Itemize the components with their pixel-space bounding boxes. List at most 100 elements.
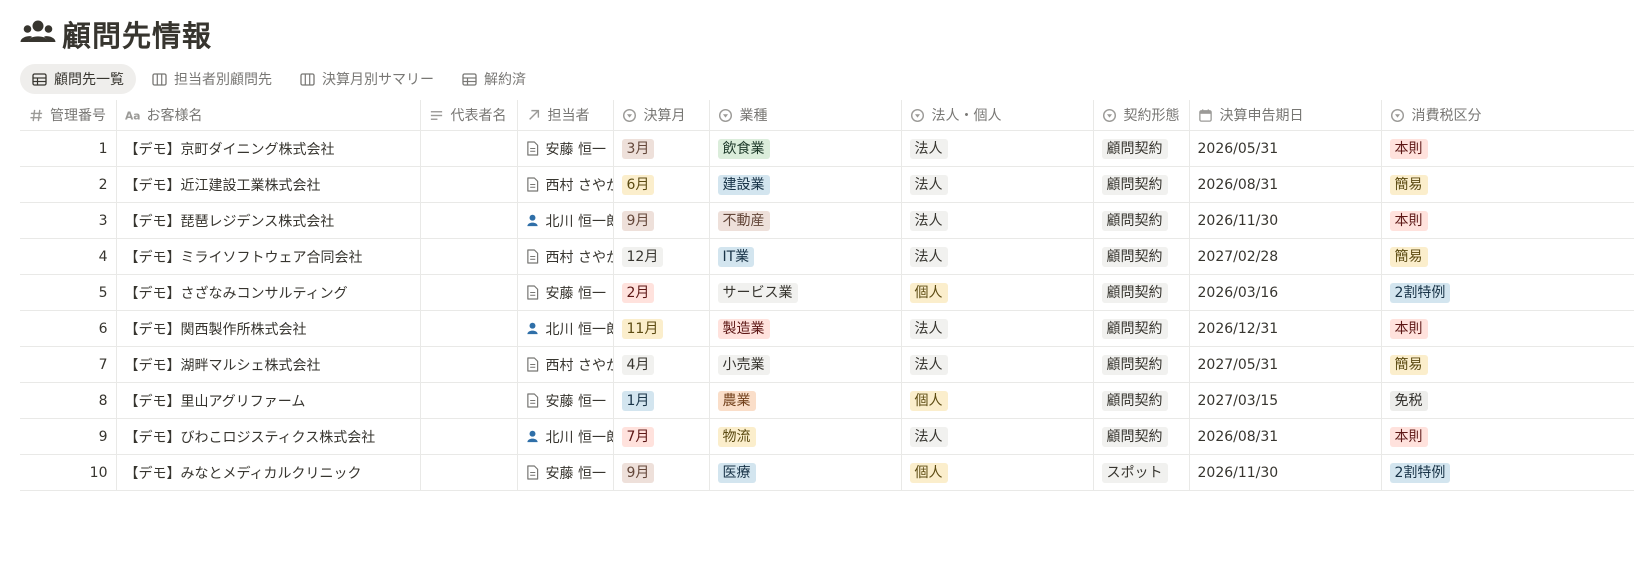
industry-cell[interactable]: サービス業 [709, 274, 902, 311]
tab-3[interactable]: 決算月別サマリー [288, 64, 446, 94]
staff-cell[interactable]: 北川 恒一郎 [517, 202, 614, 239]
staff-cell[interactable]: 北川 恒一郎 [517, 418, 614, 455]
consumption-tax-cell[interactable]: 2割特例 [1381, 274, 1634, 311]
industry-cell[interactable]: 建設業 [709, 166, 902, 203]
representative-cell[interactable] [420, 274, 518, 311]
fiscal-month-cell[interactable]: 11月 [613, 310, 710, 347]
representative-cell[interactable] [420, 130, 518, 167]
consumption-tax-cell[interactable]: 本則 [1381, 310, 1634, 347]
column-header-7[interactable]: 法人・個人 [901, 100, 1094, 131]
column-header-10[interactable]: 消費税区分 [1381, 100, 1634, 131]
column-header-4[interactable]: 担当者 [517, 100, 614, 131]
representative-cell[interactable] [420, 382, 518, 419]
industry-cell[interactable]: 製造業 [709, 310, 902, 347]
column-header-1[interactable]: 管理番号 [20, 100, 117, 131]
filing-due-date-cell[interactable]: 2026/12/31 [1189, 310, 1382, 347]
column-header-9[interactable]: 決算申告期日 [1189, 100, 1382, 131]
fiscal-month-cell[interactable]: 12月 [613, 238, 710, 275]
column-header-8[interactable]: 契約形態 [1093, 100, 1190, 131]
table-row[interactable]: 4 【デモ】ミライソフトウェア合同会社 西村 さやか 12月 IT業 法人 顧問契約 2027… [20, 238, 1634, 275]
table-row[interactable]: 10 【デモ】みなとメディカルクリニック 安藤 恒一 9月 医療 個人 スポット 2026/1… [20, 454, 1634, 491]
entity-type-cell[interactable]: 個人 [901, 274, 1094, 311]
table-row[interactable]: 2 【デモ】近江建設工業株式会社 西村 さやか 6月 建設業 法人 顧問契約 2026/08/… [20, 166, 1634, 203]
fiscal-month-cell[interactable]: 3月 [613, 130, 710, 167]
column-header-5[interactable]: 決算月 [613, 100, 710, 131]
fiscal-month-cell[interactable]: 1月 [613, 382, 710, 419]
industry-cell[interactable]: 飲食業 [709, 130, 902, 167]
staff-cell[interactable]: 西村 さやか [517, 238, 614, 275]
staff-cell[interactable]: 安藤 恒一 [517, 130, 614, 167]
customer-name-cell[interactable]: 【デモ】京町ダイニング株式会社 [116, 130, 421, 167]
customer-name-cell[interactable]: 【デモ】関西製作所株式会社 [116, 310, 421, 347]
contract-type-cell[interactable]: 顧問契約 [1093, 202, 1190, 239]
customer-name-cell[interactable]: 【デモ】近江建設工業株式会社 [116, 166, 421, 203]
contract-type-cell[interactable]: 顧問契約 [1093, 166, 1190, 203]
customer-name-cell[interactable]: 【デモ】ミライソフトウェア合同会社 [116, 238, 421, 275]
filing-due-date-cell[interactable]: 2026/03/16 [1189, 274, 1382, 311]
column-header-3[interactable]: 代表者名 [420, 100, 518, 131]
contract-type-cell[interactable]: スポット [1093, 454, 1190, 491]
table-row[interactable]: 9 【デモ】びわこロジスティクス株式会社 北川 恒一郎 7月 物流 法人 顧問契約 2026/… [20, 418, 1634, 455]
filing-due-date-cell[interactable]: 2027/02/28 [1189, 238, 1382, 275]
tab-2[interactable]: 担当者別顧問先 [140, 64, 284, 94]
filing-due-date-cell[interactable]: 2026/08/31 [1189, 166, 1382, 203]
contract-type-cell[interactable]: 顧問契約 [1093, 382, 1190, 419]
representative-cell[interactable] [420, 202, 518, 239]
industry-cell[interactable]: 物流 [709, 418, 902, 455]
contract-type-cell[interactable]: 顧問契約 [1093, 310, 1190, 347]
tab-1[interactable]: 顧問先一覧 [20, 64, 136, 94]
fiscal-month-cell[interactable]: 2月 [613, 274, 710, 311]
representative-cell[interactable] [420, 454, 518, 491]
contract-type-cell[interactable]: 顧問契約 [1093, 274, 1190, 311]
fiscal-month-cell[interactable]: 4月 [613, 346, 710, 383]
fiscal-month-cell[interactable]: 7月 [613, 418, 710, 455]
filing-due-date-cell[interactable]: 2026/11/30 [1189, 202, 1382, 239]
customer-name-cell[interactable]: 【デモ】びわこロジスティクス株式会社 [116, 418, 421, 455]
consumption-tax-cell[interactable]: 簡易 [1381, 166, 1634, 203]
representative-cell[interactable] [420, 346, 518, 383]
contract-type-cell[interactable]: 顧問契約 [1093, 418, 1190, 455]
entity-type-cell[interactable]: 法人 [901, 130, 1094, 167]
staff-cell[interactable]: 西村 さやか [517, 166, 614, 203]
entity-type-cell[interactable]: 法人 [901, 346, 1094, 383]
representative-cell[interactable] [420, 418, 518, 455]
representative-cell[interactable] [420, 166, 518, 203]
customer-name-cell[interactable]: 【デモ】琵琶レジデンス株式会社 [116, 202, 421, 239]
staff-cell[interactable]: 北川 恒一郎 [517, 310, 614, 347]
entity-type-cell[interactable]: 法人 [901, 202, 1094, 239]
industry-cell[interactable]: IT業 [709, 238, 902, 275]
entity-type-cell[interactable]: 法人 [901, 238, 1094, 275]
staff-cell[interactable]: 安藤 恒一 [517, 382, 614, 419]
industry-cell[interactable]: 農業 [709, 382, 902, 419]
staff-cell[interactable]: 西村 さやか [517, 346, 614, 383]
filing-due-date-cell[interactable]: 2027/05/31 [1189, 346, 1382, 383]
table-row[interactable]: 5 【デモ】さざなみコンサルティング 安藤 恒一 2月 サービス業 個人 顧問契約 2026/… [20, 274, 1634, 311]
table-row[interactable]: 1 【デモ】京町ダイニング株式会社 安藤 恒一 3月 飲食業 法人 顧問契約 2026/05/… [20, 130, 1634, 167]
consumption-tax-cell[interactable]: 本則 [1381, 418, 1634, 455]
customer-name-cell[interactable]: 【デモ】湖畔マルシェ株式会社 [116, 346, 421, 383]
customer-name-cell[interactable]: 【デモ】さざなみコンサルティング [116, 274, 421, 311]
representative-cell[interactable] [420, 310, 518, 347]
entity-type-cell[interactable]: 法人 [901, 310, 1094, 347]
customer-name-cell[interactable]: 【デモ】里山アグリファーム [116, 382, 421, 419]
consumption-tax-cell[interactable]: 簡易 [1381, 346, 1634, 383]
column-header-2[interactable]: Aa お客様名 [116, 100, 421, 131]
representative-cell[interactable] [420, 238, 518, 275]
customer-name-cell[interactable]: 【デモ】みなとメディカルクリニック [116, 454, 421, 491]
fiscal-month-cell[interactable]: 9月 [613, 202, 710, 239]
column-header-6[interactable]: 業種 [709, 100, 902, 131]
contract-type-cell[interactable]: 顧問契約 [1093, 346, 1190, 383]
consumption-tax-cell[interactable]: 本則 [1381, 130, 1634, 167]
staff-cell[interactable]: 安藤 恒一 [517, 274, 614, 311]
industry-cell[interactable]: 医療 [709, 454, 902, 491]
filing-due-date-cell[interactable]: 2026/11/30 [1189, 454, 1382, 491]
fiscal-month-cell[interactable]: 6月 [613, 166, 710, 203]
tab-4[interactable]: 解約済 [450, 64, 538, 94]
contract-type-cell[interactable]: 顧問契約 [1093, 238, 1190, 275]
table-row[interactable]: 8 【デモ】里山アグリファーム 安藤 恒一 1月 農業 個人 顧問契約 2027/03/15 免… [20, 382, 1634, 419]
consumption-tax-cell[interactable]: 本則 [1381, 202, 1634, 239]
industry-cell[interactable]: 小売業 [709, 346, 902, 383]
consumption-tax-cell[interactable]: 2割特例 [1381, 454, 1634, 491]
table-row[interactable]: 3 【デモ】琵琶レジデンス株式会社 北川 恒一郎 9月 不動産 法人 顧問契約 2026/11… [20, 202, 1634, 239]
entity-type-cell[interactable]: 個人 [901, 382, 1094, 419]
